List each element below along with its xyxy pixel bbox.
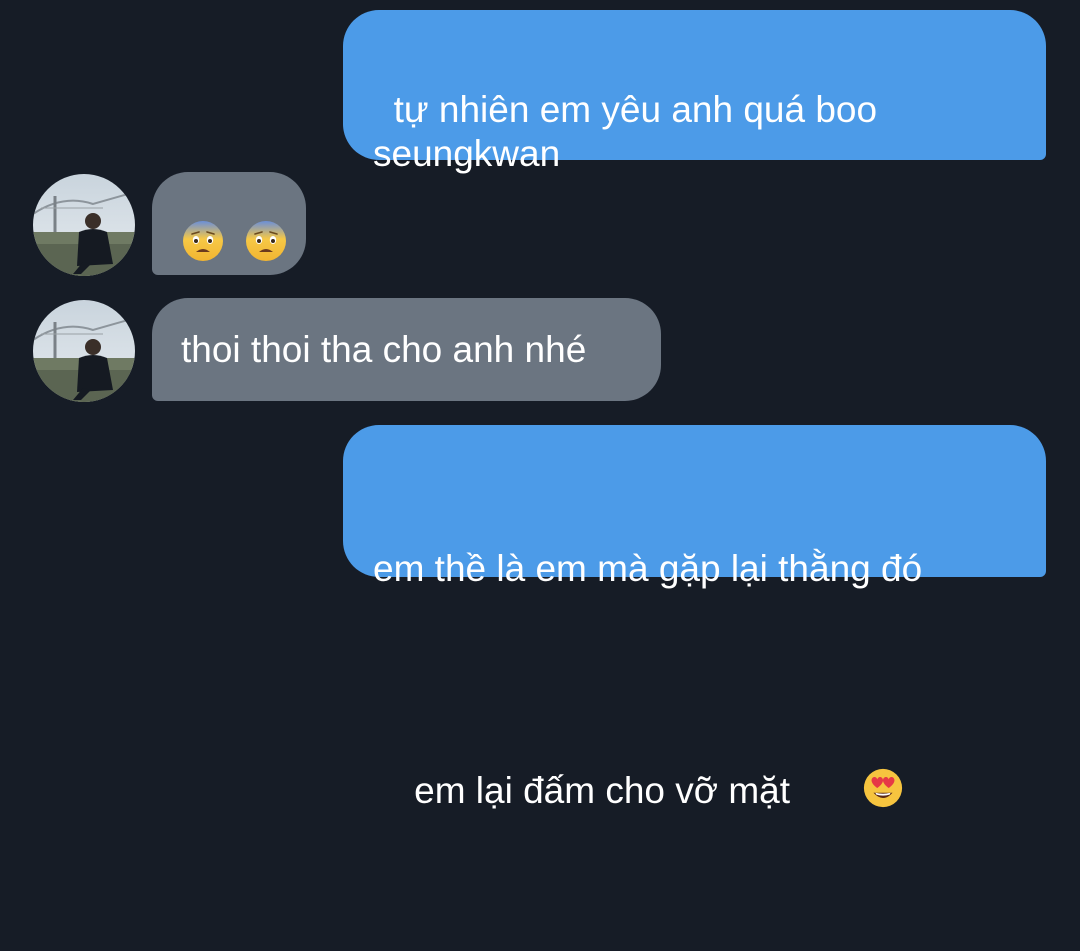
outgoing-message-bubble[interactable]: tự nhiên em yêu anh quá boo seungkwan: [343, 10, 1046, 174]
avatar-photo: [33, 174, 135, 276]
incoming-message-bubble[interactable]: [152, 172, 306, 275]
incoming-message-bubble[interactable]: thoi thoi tha cho anh nhé: [152, 298, 661, 401]
message-text: tự nhiên em yêu anh quá boo seungkwan: [373, 89, 878, 174]
message-text-line: em lại đấm cho vỡ mặt: [414, 769, 801, 811]
heart-eyes-emoji: [800, 723, 904, 863]
message-text: thoi thoi tha cho anh nhé: [181, 328, 587, 370]
anxious-face-emoji: [181, 131, 244, 317]
contact-avatar[interactable]: [33, 174, 135, 276]
contact-avatar[interactable]: [33, 300, 135, 402]
avatar-photo: [33, 300, 135, 402]
outgoing-message-bubble[interactable]: em thề là em mà gặp lại thằng đó em lại …: [343, 425, 1046, 811]
anxious-face-emoji: [244, 131, 307, 317]
message-text-line: em thề là em mà gặp lại thằng đó: [373, 548, 923, 589]
